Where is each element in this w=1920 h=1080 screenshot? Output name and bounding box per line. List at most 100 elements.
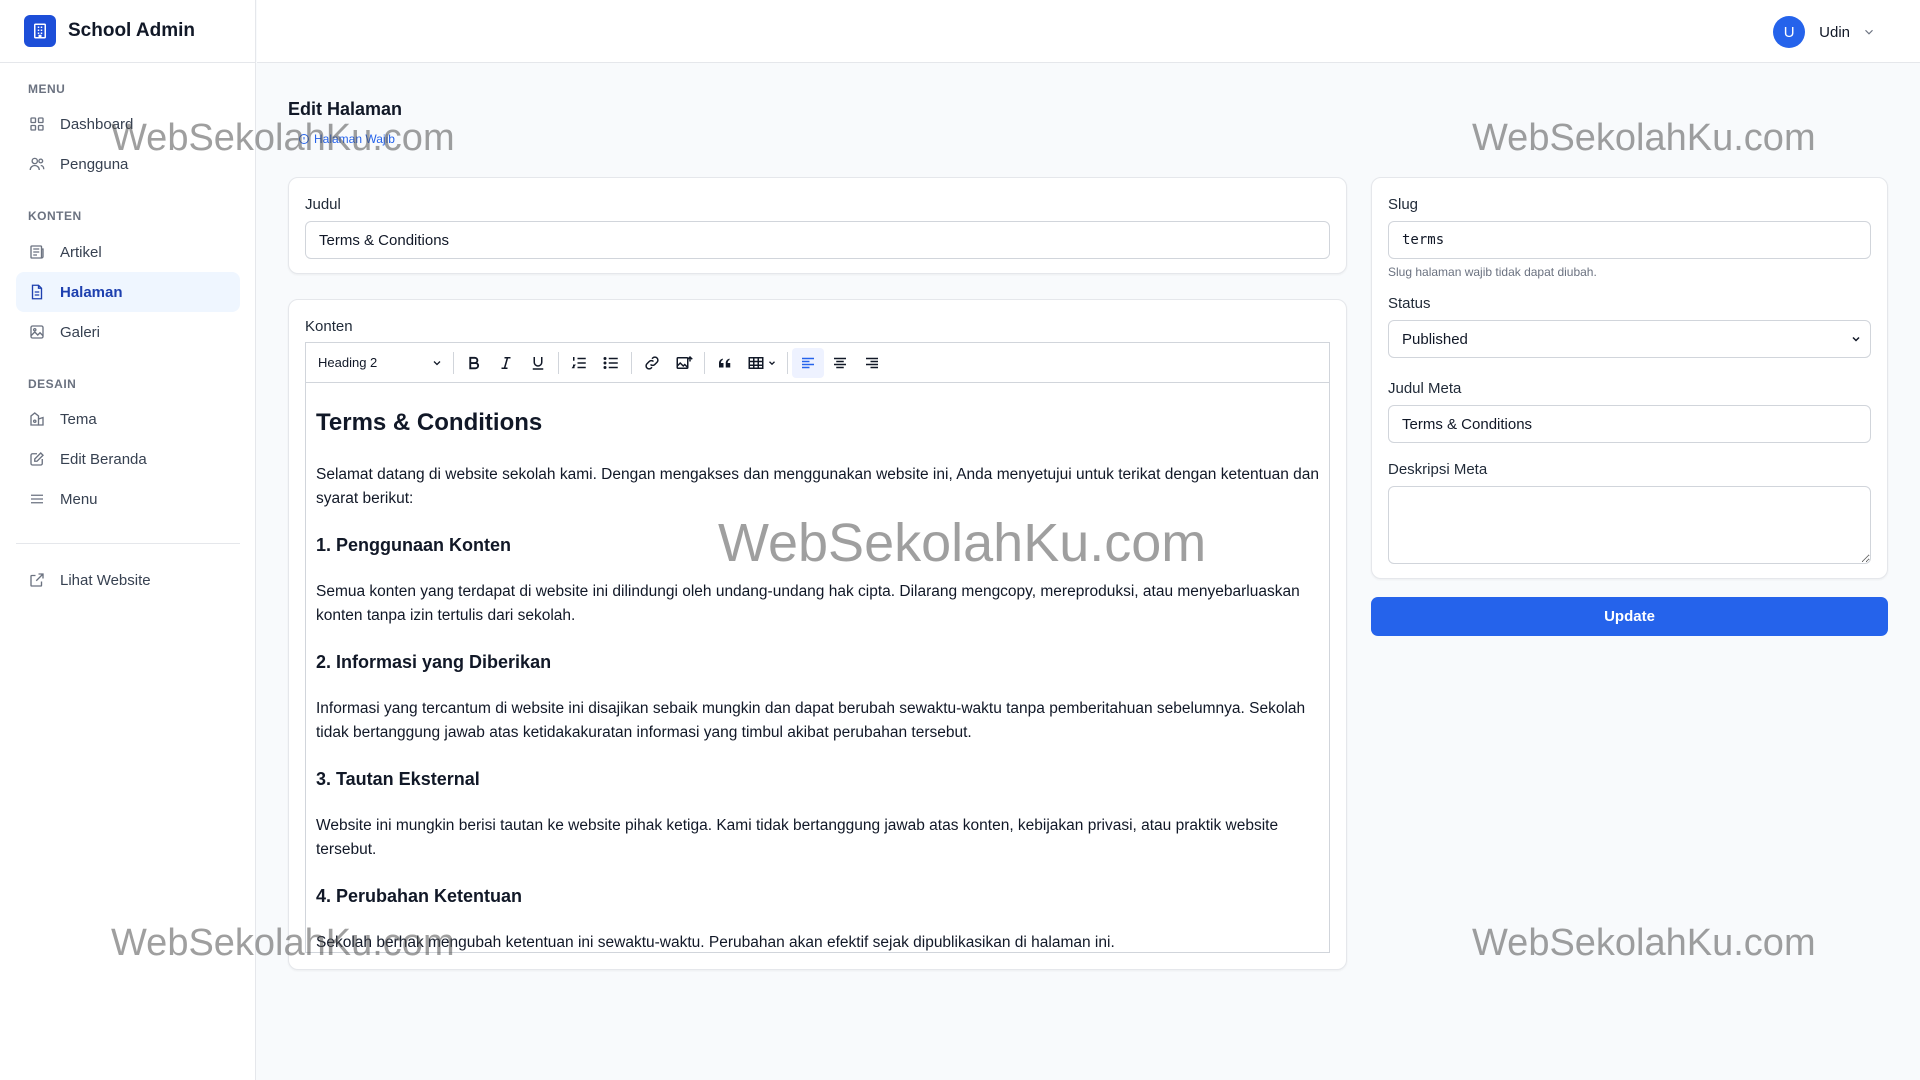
content-subheading: 4. Perubahan Ketentuan [316, 886, 523, 906]
image-icon [30, 325, 44, 339]
status-select-value: Published [1402, 330, 1468, 348]
align-right-icon [866, 357, 878, 368]
sidebar-item-label: Pengguna [60, 155, 129, 173]
sidebar-item-pengguna[interactable]: Pengguna [16, 144, 240, 184]
quote-icon [719, 358, 731, 367]
external-link-icon [30, 573, 44, 587]
chevron-down-icon [1865, 29, 1873, 35]
badge-label: Halaman Wajib [314, 132, 395, 146]
align-left-button[interactable] [792, 347, 824, 378]
align-left-icon [802, 357, 814, 368]
topbar: U Udin [257, 0, 1920, 63]
sidebar-item-galeri[interactable]: Galeri [16, 312, 240, 352]
editor-toolbar: Heading 2 [306, 343, 1329, 383]
insert-image-button[interactable] [668, 348, 700, 378]
menu-icon [31, 494, 43, 504]
heading-select-value: Heading 2 [318, 355, 378, 370]
editor-content[interactable]: Terms & Conditions Selamat datang di web… [306, 383, 1329, 953]
slug-input[interactable] [1388, 221, 1871, 259]
newspaper-icon [30, 245, 44, 259]
grid-icon [30, 117, 44, 131]
align-center-button[interactable] [824, 348, 856, 378]
image-upload-icon [676, 355, 693, 369]
document-icon [31, 284, 43, 300]
blockquote-button[interactable] [709, 348, 741, 378]
update-button[interactable]: Update [1371, 597, 1888, 636]
chevron-down-icon [769, 360, 775, 365]
bold-icon [469, 356, 479, 369]
building-icon [24, 15, 56, 47]
ordered-list-icon [571, 356, 586, 368]
status-badge: Halaman Wajib [298, 132, 395, 146]
meta-description-input[interactable] [1388, 486, 1871, 564]
toolbar-separator [787, 351, 788, 374]
slug-label: Slug [1388, 196, 1419, 213]
chevron-down-icon [433, 360, 441, 365]
sidebar-item-lihat-website[interactable]: Lihat Website [16, 560, 240, 600]
sidebar-item-label: Tema [60, 410, 97, 428]
nav-section-desain: DESAIN [28, 377, 77, 391]
title-card: Judul [288, 177, 1347, 274]
sidebar-item-label: Dashboard [60, 115, 134, 133]
sidebar: School Admin MENU Dashboard Pengguna KON… [0, 0, 256, 1080]
underline-icon [532, 356, 544, 370]
edit-icon [30, 452, 44, 466]
user-menu[interactable]: U Udin [1773, 16, 1876, 48]
bold-button[interactable] [458, 348, 490, 378]
slug-hint: Slug halaman wajib tidak dapat diubah. [1388, 265, 1597, 279]
judul-label: Judul [305, 196, 341, 213]
sidebar-item-halaman[interactable]: Halaman [16, 272, 240, 312]
align-center-icon [834, 357, 846, 368]
content-paragraph: Sekolah berhak mengubah ketentuan ini se… [316, 934, 1115, 951]
sidebar-item-menu[interactable]: Menu [16, 479, 240, 519]
judul-input[interactable] [305, 221, 1330, 259]
sidebar-item-label: Galeri [60, 323, 101, 341]
palette-icon [30, 412, 44, 426]
content-subheading: 2. Informasi yang Diberikan [316, 652, 552, 672]
content-paragraph: Semua konten yang terdapat di website in… [316, 583, 1300, 624]
sidebar-item-label: Menu [60, 490, 98, 508]
meta-title-input[interactable] [1388, 405, 1871, 443]
underline-button[interactable] [522, 348, 554, 378]
sidebar-item-label: Edit Beranda [60, 450, 147, 468]
user-name: Udin [1819, 23, 1850, 41]
watermark: WebSekolahKu.com [1472, 922, 1816, 964]
sidebar-item-label: Halaman [60, 283, 123, 301]
table-button[interactable] [741, 348, 783, 378]
heading-select[interactable]: Heading 2 [314, 348, 449, 378]
status-label: Status [1388, 295, 1431, 312]
align-right-button[interactable] [856, 348, 888, 378]
status-select[interactable]: Published [1388, 320, 1871, 358]
brand[interactable]: School Admin [0, 0, 255, 63]
sidebar-item-edit-beranda[interactable]: Edit Beranda [16, 439, 240, 479]
content-heading: Terms & Conditions [316, 409, 543, 436]
page-title: Edit Halaman [288, 99, 403, 119]
meta-title-label: Judul Meta [1388, 380, 1462, 397]
nav-section-menu: MENU [28, 82, 66, 96]
content-subheading: 1. Penggunaan Konten [316, 535, 512, 555]
chevron-down-icon [1852, 336, 1860, 342]
avatar: U [1773, 16, 1806, 48]
sidebar-item-dashboard[interactable]: Dashboard [16, 104, 240, 144]
italic-icon [501, 356, 511, 369]
konten-label: Konten [305, 318, 353, 335]
bullet-list-button[interactable] [595, 348, 627, 378]
toolbar-separator [453, 351, 454, 374]
toolbar-separator [631, 351, 632, 374]
watermark: WebSekolahKu.com [1472, 117, 1816, 159]
meta-desc-label: Deskripsi Meta [1388, 461, 1488, 478]
ordered-list-button[interactable] [563, 348, 595, 378]
content-subheading: 3. Tautan Eksternal [316, 769, 480, 789]
content-paragraph: Website ini mungkin berisi tautan ke web… [316, 817, 1279, 858]
sidebar-item-label: Lihat Website [60, 571, 151, 589]
italic-button[interactable] [490, 348, 522, 378]
sidebar-item-tema[interactable]: Tema [16, 399, 240, 439]
app-title: School Admin [68, 20, 196, 41]
link-button[interactable] [636, 348, 668, 378]
sidebar-item-artikel[interactable]: Artikel [16, 232, 240, 272]
link-icon [645, 355, 659, 370]
sidebar-item-label: Artikel [60, 243, 102, 261]
toolbar-separator [704, 351, 705, 374]
table-icon [748, 356, 764, 369]
meta-card: Slug Slug halaman wajib tidak dapat diub… [1371, 177, 1888, 579]
